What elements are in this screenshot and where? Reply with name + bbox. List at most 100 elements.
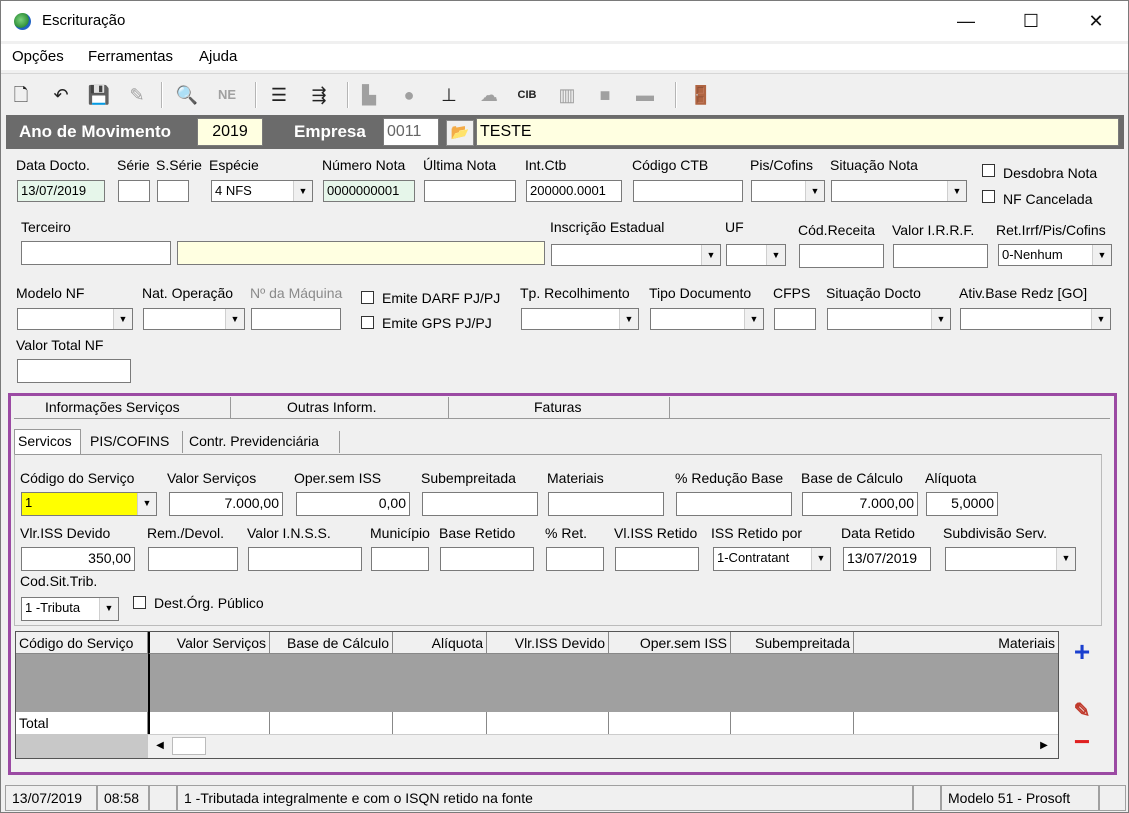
maximize-button[interactable]: ☐ bbox=[1008, 1, 1054, 41]
chevron-down-icon[interactable]: ▼ bbox=[137, 493, 156, 515]
chevron-down-icon[interactable]: ▼ bbox=[99, 598, 118, 620]
folder-icon[interactable]: ▙ bbox=[357, 83, 381, 107]
modelo-nf-select[interactable]: ▼ bbox=[17, 308, 133, 330]
chevron-down-icon[interactable]: ▼ bbox=[225, 309, 244, 329]
cloud-icon[interactable]: ☁ bbox=[477, 83, 501, 107]
iss-retido-por-select[interactable]: 1-Contratant ▼ bbox=[713, 547, 831, 571]
desdobra-nota-checkbox[interactable] bbox=[982, 164, 995, 177]
close-button[interactable]: ✕ bbox=[1073, 1, 1119, 41]
chevron-down-icon[interactable]: ▼ bbox=[744, 309, 763, 329]
delete-icon[interactable]: ✎ bbox=[125, 83, 149, 107]
vlr-iss-devido-field[interactable]: 350,00 bbox=[21, 547, 135, 571]
subempreitada-field[interactable] bbox=[422, 492, 538, 516]
grid-header-codigo[interactable]: Código do Serviço bbox=[16, 632, 148, 654]
rem-devol-field[interactable] bbox=[148, 547, 238, 571]
ano-field[interactable]: 2019 bbox=[197, 118, 263, 146]
emite-darf-checkbox[interactable] bbox=[361, 291, 374, 304]
valor-inss-field[interactable] bbox=[248, 547, 362, 571]
stamp-icon[interactable]: ⊥ bbox=[437, 83, 461, 107]
chevron-down-icon[interactable]: ▼ bbox=[931, 309, 950, 329]
chevron-down-icon[interactable]: ▼ bbox=[947, 181, 966, 201]
add-icon[interactable]: + bbox=[1067, 637, 1097, 667]
situacao-nota-select[interactable]: ▼ bbox=[831, 180, 967, 202]
pct-ret-field[interactable] bbox=[546, 547, 604, 571]
export-icon[interactable]: ⇶ bbox=[307, 83, 331, 107]
chevron-down-icon[interactable]: ▼ bbox=[811, 548, 830, 570]
scroll-thumb[interactable] bbox=[172, 737, 206, 755]
cod-sit-trib-select[interactable]: 1 -Tributa ▼ bbox=[21, 597, 119, 621]
base-calculo-field[interactable]: 7.000,00 bbox=[802, 492, 918, 516]
cod-receita-field[interactable] bbox=[799, 244, 884, 268]
tree-list-icon[interactable]: ☰ bbox=[267, 83, 291, 107]
scroll-right-icon[interactable]: ▶ bbox=[1034, 737, 1054, 755]
valor-servicos-field[interactable]: 7.000,00 bbox=[169, 492, 283, 516]
vl-iss-retido-field[interactable] bbox=[615, 547, 699, 571]
tab-outras-inform[interactable]: Outras Inform. bbox=[287, 399, 376, 415]
chevron-down-icon[interactable]: ▼ bbox=[701, 245, 720, 265]
terceiro-code-field[interactable] bbox=[21, 241, 171, 265]
subdivisao-select[interactable]: ▼ bbox=[945, 547, 1076, 571]
situacao-docto-select[interactable]: ▼ bbox=[827, 308, 951, 330]
base-retido-field[interactable] bbox=[440, 547, 534, 571]
ultima-nota-field[interactable] bbox=[424, 180, 516, 202]
valor-irrf-field[interactable] bbox=[893, 244, 988, 268]
municipio-field[interactable] bbox=[371, 547, 429, 571]
save-icon[interactable]: 💾 bbox=[87, 83, 111, 107]
tab-faturas[interactable]: Faturas bbox=[534, 399, 581, 415]
especie-select[interactable]: 4 NFS ▼ bbox=[211, 180, 313, 202]
scroll-left-icon[interactable]: ◀ bbox=[150, 737, 170, 755]
edit-pencil-icon[interactable]: ✎ bbox=[1067, 696, 1097, 726]
aliquota-field[interactable]: 5,0000 bbox=[926, 492, 998, 516]
tab-servicos[interactable]: Servicos bbox=[18, 433, 72, 449]
menu-opcoes[interactable]: Opções bbox=[12, 48, 64, 65]
nfe-icon[interactable]: NE bbox=[215, 83, 239, 107]
inscricao-estadual-select[interactable]: ▼ bbox=[551, 244, 721, 266]
tab-pis-cofins[interactable]: PIS/COFINS bbox=[90, 433, 169, 449]
int-ctb-field[interactable]: 200000.0001 bbox=[526, 180, 622, 202]
chevron-down-icon[interactable]: ▼ bbox=[1091, 309, 1110, 329]
chevron-down-icon[interactable]: ▼ bbox=[293, 181, 312, 201]
chevron-down-icon[interactable]: ▼ bbox=[766, 245, 785, 265]
minimize-button[interactable]: — bbox=[943, 1, 989, 41]
grid-header-materiais[interactable]: Materiais bbox=[854, 632, 1058, 654]
tab-informacoes-servicos[interactable]: Informações Serviços bbox=[45, 399, 180, 415]
chevron-down-icon[interactable]: ▼ bbox=[113, 309, 132, 329]
new-document-icon[interactable]: 🗋 bbox=[9, 83, 33, 107]
numero-nota-field[interactable]: 0000000001 bbox=[323, 180, 415, 202]
ativ-base-select[interactable]: ▼ bbox=[960, 308, 1111, 330]
columns-icon[interactable]: ▥ bbox=[555, 83, 579, 107]
reducao-base-field[interactable] bbox=[676, 492, 792, 516]
print-preview-icon[interactable]: 🔍 bbox=[175, 83, 199, 107]
grid-header-base-calculo[interactable]: Base de Cálculo bbox=[270, 632, 393, 654]
emite-gps-checkbox[interactable] bbox=[361, 316, 374, 329]
ret-irrf-select[interactable]: 0-Nenhum ▼ bbox=[998, 244, 1112, 266]
sserie-field[interactable] bbox=[157, 180, 189, 202]
minus-icon[interactable]: ▬ bbox=[633, 83, 657, 107]
cfps-field[interactable] bbox=[774, 308, 816, 330]
cib-icon[interactable]: CIB bbox=[515, 83, 539, 107]
materiais-field[interactable] bbox=[548, 492, 664, 516]
exit-door-icon[interactable]: 🚪 bbox=[689, 83, 713, 107]
open-folder-icon[interactable]: 📂 bbox=[446, 120, 474, 146]
tp-recolhimento-select[interactable]: ▼ bbox=[521, 308, 639, 330]
chevron-down-icon[interactable]: ▼ bbox=[1092, 245, 1111, 265]
grid-header-aliquota[interactable]: Alíquota bbox=[393, 632, 487, 654]
menu-ferramentas[interactable]: Ferramentas bbox=[88, 48, 173, 65]
grid-header-vlr-iss[interactable]: Vlr.ISS Devido bbox=[487, 632, 609, 654]
codigo-ctb-field[interactable] bbox=[633, 180, 743, 202]
data-retido-field[interactable]: 13/07/2019 bbox=[843, 547, 931, 571]
square-icon[interactable]: ■ bbox=[593, 83, 617, 107]
grid-header-oper-sem-iss[interactable]: Oper.sem ISS bbox=[609, 632, 731, 654]
codigo-servico-select[interactable]: 1 ▼ bbox=[21, 492, 157, 516]
nf-cancelada-checkbox[interactable] bbox=[982, 190, 995, 203]
tab-contr-previdenciaria[interactable]: Contr. Previdenciária bbox=[189, 433, 319, 449]
data-docto-field[interactable]: 13/07/2019 bbox=[17, 180, 105, 202]
pis-cofins-select[interactable]: ▼ bbox=[751, 180, 825, 202]
num-maquina-field[interactable] bbox=[251, 308, 341, 330]
nat-operacao-select[interactable]: ▼ bbox=[143, 308, 245, 330]
grid-header-valor-servicos[interactable]: Valor Serviços bbox=[148, 632, 270, 654]
empresa-code-field[interactable]: 0011 bbox=[383, 118, 439, 146]
menu-ajuda[interactable]: Ajuda bbox=[199, 48, 237, 65]
apple-icon[interactable]: ● bbox=[397, 83, 421, 107]
valor-total-nf-field[interactable] bbox=[17, 359, 131, 383]
